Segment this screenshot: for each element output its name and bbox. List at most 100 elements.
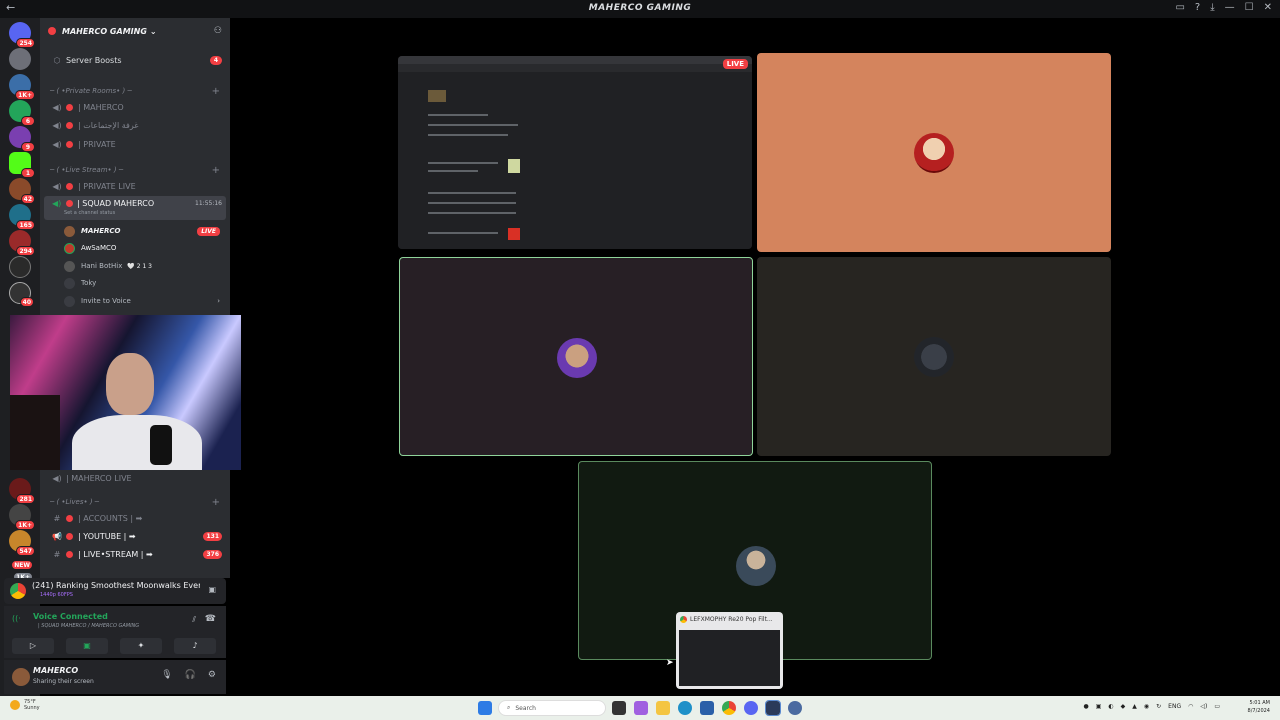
file-explorer-icon[interactable] <box>656 701 670 715</box>
preview-thumbnail <box>679 630 780 686</box>
category-lives[interactable]: ─ ( •Lives• ) ─ + <box>40 494 230 510</box>
server-icon[interactable]: 6 <box>9 100 35 126</box>
voice-channel-meetings[interactable]: ◀) | غرفة الإجتماعات <box>40 117 230 133</box>
category-private-rooms[interactable]: ─ ( •Private Rooms• ) ─ + <box>40 83 230 99</box>
tray-app-icon[interactable]: ● <box>1083 703 1088 710</box>
tray-app-icon[interactable]: ▲ <box>1132 703 1137 710</box>
tray-app-icon[interactable]: ↻ <box>1156 703 1161 710</box>
server-icon[interactable] <box>9 48 31 70</box>
chrome-icon[interactable] <box>722 701 736 715</box>
webcam-overlay <box>10 315 241 470</box>
add-member-icon[interactable]: ⚇ <box>214 26 222 36</box>
username: MAHERCO <box>33 666 79 675</box>
voice-user-awsamco[interactable]: AwSaMCO <box>64 240 224 256</box>
add-channel-icon[interactable]: + <box>212 165 220 176</box>
server-boosts-row[interactable]: ⬡ Server Boosts 4 <box>40 52 230 68</box>
avatar <box>64 242 75 254</box>
server-icon[interactable]: 547 <box>9 530 35 556</box>
share-screen-button[interactable]: ▣ <box>66 638 108 654</box>
wifi-icon[interactable]: ◠ <box>1188 703 1193 710</box>
weather-widget[interactable]: 75°F Sunny <box>10 699 40 711</box>
soundboard-button[interactable]: ♪ <box>174 638 216 654</box>
browser-tabs <box>398 56 752 64</box>
microphone-icon[interactable]: 🎙 <box>161 670 172 680</box>
tray-app-icon[interactable]: ◐ <box>1108 703 1113 710</box>
settings-gear-icon[interactable]: ⚙ <box>208 670 216 680</box>
server-icon[interactable]: 1K+ <box>9 504 35 530</box>
task-view-icon[interactable] <box>612 701 626 715</box>
server-icon[interactable]: 9 <box>9 126 35 152</box>
minimize-button[interactable]: — <box>1225 2 1235 13</box>
tray-app-icon[interactable]: ▣ <box>1096 703 1102 710</box>
volume-icon[interactable]: ◁) <box>1200 703 1207 710</box>
discord-icon[interactable] <box>744 701 758 715</box>
avatar[interactable] <box>12 668 30 686</box>
text-channel-accounts[interactable]: # | ACCOUNTS | ➡ <box>40 510 230 526</box>
noise-suppression-icon[interactable]: ⫽ <box>192 615 196 625</box>
camera-button[interactable]: ▷ <box>12 638 54 654</box>
obs-icon[interactable] <box>765 700 781 716</box>
kick-server-icon[interactable]: 1 <box>9 152 35 178</box>
stream-quality: 1440p 60FPS <box>40 592 73 598</box>
server-icon[interactable]: 294 <box>9 230 35 256</box>
server-icon[interactable]: 1K+ <box>9 74 35 100</box>
participant-tile-speaking[interactable] <box>399 257 753 456</box>
category-live-stream[interactable]: ─ ( •Live Stream• ) ─ + <box>40 162 230 178</box>
voice-channel-private-live[interactable]: ◀) | PRIVATE LIVE <box>40 178 230 194</box>
preview-title-text: LEFXMOPHY Re20 Pop Filt... <box>690 616 773 623</box>
participant-tile-orange[interactable] <box>757 53 1111 252</box>
battery-icon[interactable]: ▭ <box>1214 703 1220 710</box>
taskbar-window-preview[interactable]: LEFXMOPHY Re20 Pop Filt... <box>676 612 783 689</box>
copilot-icon[interactable] <box>634 701 648 715</box>
help-icon[interactable]: ? <box>1195 2 1200 13</box>
taskbar-search[interactable]: ⌕ Search <box>498 700 606 716</box>
text-line <box>428 162 498 164</box>
channel-live-stream[interactable]: # | LIVE•STREAM | ➡ 376 <box>40 546 230 562</box>
headphones-icon[interactable]: 🎧 <box>185 670 196 680</box>
voice-user-maherco[interactable]: MAHERCO LIVE <box>64 223 224 239</box>
voice-channel-maherco-live[interactable]: ◀) | MAHERCO LIVE <box>40 470 230 486</box>
add-channel-icon[interactable]: + <box>212 86 220 97</box>
server-icon[interactable]: 42 <box>9 178 35 204</box>
activities-button[interactable]: ✦ <box>120 638 162 654</box>
settings-icon[interactable] <box>788 701 802 715</box>
voice-user-hani[interactable]: Hani BotHix 🤍 2 1 3 <box>64 258 224 274</box>
maximize-button[interactable]: ☐ <box>1245 2 1254 13</box>
mention-badge: 1 <box>21 168 35 178</box>
edge-icon[interactable] <box>678 701 692 715</box>
server-header[interactable]: MAHERCO GAMING ⌄ ⚇ <box>40 18 230 44</box>
new-server-icon[interactable]: NEW1K+ <box>9 556 33 582</box>
server-icon[interactable]: 281 <box>9 478 35 504</box>
avatar <box>736 546 776 586</box>
close-button[interactable]: ✕ <box>1264 2 1272 13</box>
invite-to-voice[interactable]: Invite to Voice › <box>64 293 224 309</box>
voice-status-title[interactable]: Voice Connected <box>33 612 108 621</box>
voice-channel-squad-active[interactable]: ◀) | SQUAD MAHERCO 11:55:16 Set a channe… <box>44 196 226 220</box>
voice-user-toky[interactable]: Toky <box>64 275 224 291</box>
server-icon[interactable]: 40 <box>9 282 34 307</box>
add-channel-icon[interactable]: + <box>212 497 220 508</box>
screen-share-icon[interactable]: ▣ <box>208 585 216 594</box>
language-indicator[interactable]: ENG <box>1168 703 1181 710</box>
system-clock[interactable]: 5:01 AM 8/7/2024 <box>1248 699 1270 715</box>
discord-home-icon[interactable]: 254 <box>9 22 35 48</box>
participant-tile-dark[interactable] <box>757 257 1111 456</box>
tray-app-icon[interactable]: ◆ <box>1121 703 1126 710</box>
server-icon[interactable] <box>9 256 31 278</box>
title-bar: ← MAHERCO GAMING ▭ ? ⤓ — ☐ ✕ <box>0 0 1280 18</box>
stream-activity-card[interactable]: (241) Ranking Smoothest Moonwalks Ever..… <box>4 578 226 604</box>
voice-user-name: Hani BotHix <box>81 262 123 270</box>
tray-app-icon[interactable]: ◉ <box>1144 703 1149 710</box>
store-icon[interactable] <box>700 701 714 715</box>
download-icon[interactable]: ⤓ <box>1210 2 1214 13</box>
windows-start-icon[interactable] <box>478 701 492 715</box>
server-icon[interactable]: 165 <box>9 204 35 230</box>
disconnect-icon[interactable]: ☎ <box>205 614 216 624</box>
channel-status-text[interactable]: Set a channel status <box>64 210 115 216</box>
screen-share-tile[interactable]: LIVE <box>398 56 752 249</box>
voice-channel-private[interactable]: ◀) | PRIVATE <box>40 136 230 152</box>
voice-channel-maherco[interactable]: ◀) | MAHERCO <box>40 99 230 115</box>
channel-youtube[interactable]: 📢 | YOUTUBE | ➡ 131 <box>40 528 230 544</box>
microphone <box>150 425 172 465</box>
inbox-icon[interactable]: ▭ <box>1175 2 1184 13</box>
